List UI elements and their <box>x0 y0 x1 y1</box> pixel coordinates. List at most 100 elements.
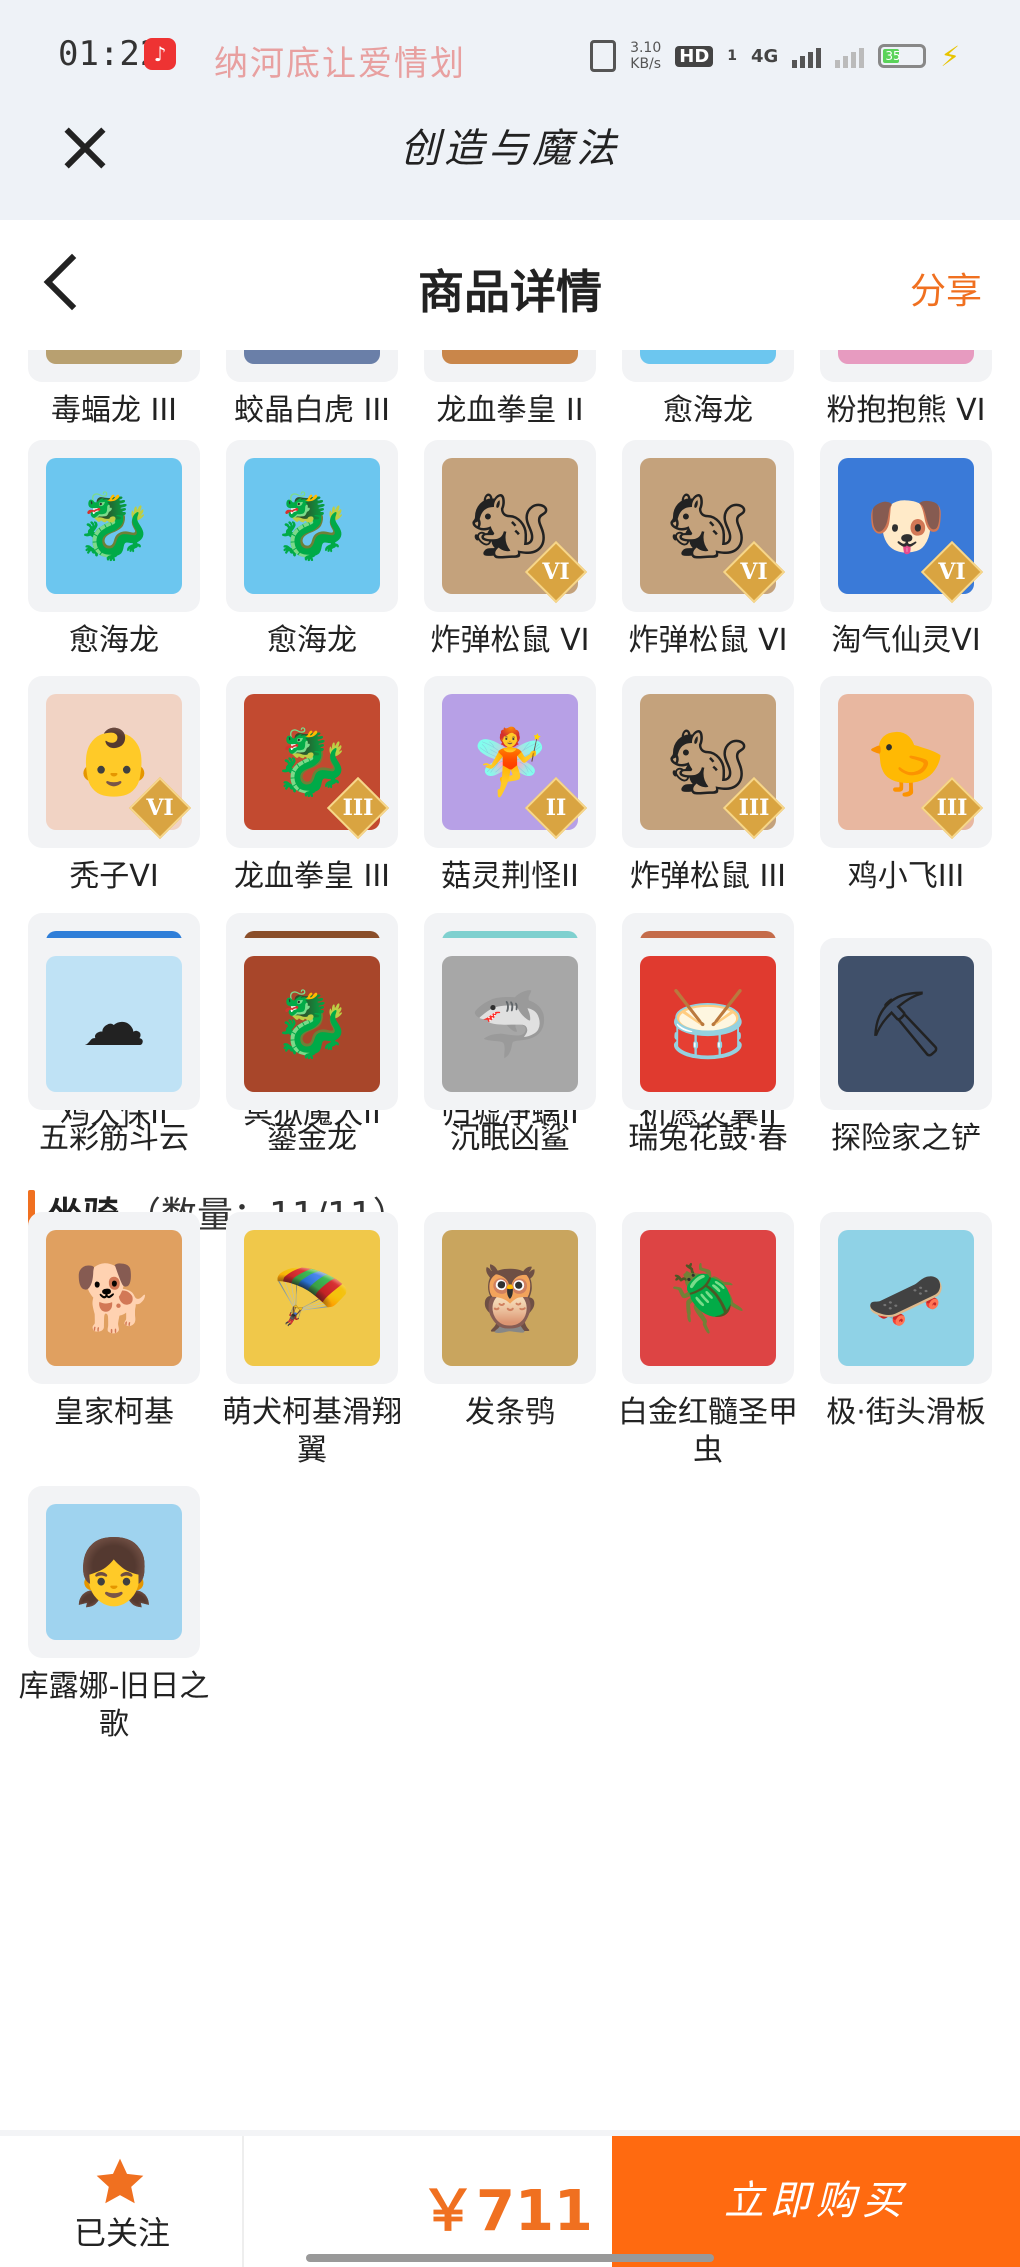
mount-thumbnail: 👧 <box>28 1486 200 1658</box>
signal-label: 4G <box>751 45 779 67</box>
mount-item[interactable]: 🪂 萌犬柯基滑翔翼 <box>222 1212 402 1470</box>
mount-thumbnail: ☁ <box>28 938 200 1110</box>
mount-label: 极·街头滑板 <box>826 1395 986 1430</box>
pet-item[interactable]: 🐉 毒蝠龙 III <box>28 350 200 430</box>
pet-thumbnail: 🐤 III <box>820 676 992 848</box>
net-speed-value: 3.10 <box>630 40 662 56</box>
pet-item[interactable]: 🐉 愈海龙 <box>622 350 794 430</box>
pet-thumbnail: 🐅 <box>226 350 398 382</box>
status-icons: 3.10 KB/s HD 1 4G 35 ⚡ <box>590 36 960 76</box>
tier-label: VI <box>740 559 768 585</box>
pet-label: 愈海龙 <box>267 623 357 658</box>
home-indicator <box>306 2254 714 2262</box>
mount-item[interactable]: ☁ 五彩筋斗云 <box>28 938 200 1158</box>
pet-label: 毒蝠龙 III <box>50 393 178 428</box>
dragon-icon: 🐉 <box>46 458 182 594</box>
pet-item[interactable]: 🐿 VI 炸弹松鼠 VI <box>424 440 596 660</box>
mount-label: 库露娜-旧日之歌 <box>18 1669 210 1742</box>
mount-thumbnail: 🦈 <box>424 938 596 1110</box>
mount-thumbnail: 🐕 <box>28 1212 200 1384</box>
dragon-icon: 🐉 <box>442 350 578 364</box>
mount-label: 萌犬柯基滑翔翼 <box>222 1395 402 1468</box>
mount-label: 沉眠凶鲨 <box>450 1121 570 1156</box>
price: ￥711 <box>420 2179 593 2244</box>
pet-thumbnail: 🐿 III <box>622 676 794 848</box>
follow-label: 已关注 <box>73 2214 170 2252</box>
tier-label: III <box>738 795 770 821</box>
pet-thumbnail: 🐶 VI <box>820 440 992 612</box>
pet-item[interactable]: 🐅 蛟晶白虎 III <box>226 350 398 430</box>
pet-label: 淘气仙灵VI <box>831 623 981 658</box>
mount-label: 五彩筋斗云 <box>39 1121 189 1156</box>
tier-label: VI <box>938 559 966 585</box>
pet-label: 菇灵荆怪II <box>441 859 579 894</box>
mount-item[interactable]: 🪲 白金红髓圣甲虫 <box>618 1212 798 1470</box>
mount-item[interactable]: 🐉 鎏金龙 <box>226 938 398 1158</box>
mount-thumbnail: 🪂 <box>226 1212 398 1384</box>
pet-thumbnail: 🧚 II <box>424 676 596 848</box>
mount-item[interactable]: 🦉 发条鸮 <box>424 1212 596 1432</box>
tiger-icon: 🐅 <box>244 350 380 364</box>
tier-label: III <box>936 795 968 821</box>
pet-item[interactable]: 🐿 VI 炸弹松鼠 VI <box>622 440 794 660</box>
pet-label: 炸弹松鼠 III <box>629 859 787 894</box>
pet-item[interactable]: 🐤 III 鸡小飞III <box>820 676 992 896</box>
mount-thumbnail: 🥁 <box>622 938 794 1110</box>
mount-label: 皇家柯基 <box>54 1395 174 1430</box>
mount-thumbnail: 🐉 <box>226 938 398 1110</box>
tier-label: III <box>342 795 374 821</box>
pet-label: 粉抱抱熊 VI <box>826 393 986 428</box>
pet-label: 愈海龙 <box>663 393 753 428</box>
pet-item[interactable]: 👶 VI 秃子VI <box>28 676 200 896</box>
mount-label: 白金红髓圣甲虫 <box>618 1395 798 1468</box>
charging-icon: ⚡ <box>940 39 960 73</box>
scroll-content[interactable]: 🐉 毒蝠龙 III 🐅 蛟晶白虎 III 🐉 龙血拳皇 II 🐉 愈海龙 🧸 粉抱抱熊 VI 🐉 愈海… <box>0 350 1020 2136</box>
mount-label: 发条鸮 <box>465 1395 555 1430</box>
dragon-icon: 🐉 <box>46 350 182 364</box>
dragon-icon: 🐉 <box>244 956 380 1092</box>
pet-label: 蛟晶白虎 III <box>233 393 391 428</box>
mount-item[interactable]: 🐕 皇家柯基 <box>28 1212 200 1432</box>
battery-icon: 35 <box>878 44 927 68</box>
mount-item[interactable]: 🦈 沉眠凶鲨 <box>424 938 596 1158</box>
pet-thumbnail: 🐿 VI <box>622 440 794 612</box>
mount-thumbnail: 🪲 <box>622 1212 794 1384</box>
pet-thumbnail: 🧸 <box>820 350 992 382</box>
signal-icon <box>792 44 822 68</box>
pet-thumbnail: 🐉 <box>28 440 200 612</box>
pet-label: 鸡小飞III <box>847 859 965 894</box>
girl-icon: 👧 <box>46 1504 182 1640</box>
buy-now-button[interactable]: 立即购买 <box>612 2136 1020 2267</box>
shark-icon: 🦈 <box>442 956 578 1092</box>
mount-item[interactable]: 👧 库露娜-旧日之歌 <box>19 1486 209 1744</box>
pet-item[interactable]: 🧸 粉抱抱熊 VI <box>820 350 992 430</box>
mount-item[interactable]: ⛏ 探险家之铲 <box>820 938 992 1158</box>
app-title: 创造与魔法 <box>400 126 620 172</box>
music-app-icon: ♪ <box>144 38 176 70</box>
mount-label: 瑞兔花鼓·春 <box>628 1121 788 1156</box>
pet-thumbnail: 🐉 III <box>226 676 398 848</box>
status-ticker: 纳河底让爱情划 <box>214 44 466 84</box>
share-button[interactable]: 分享 <box>910 262 982 314</box>
pet-label: 炸弹松鼠 VI <box>430 623 590 658</box>
skateboard-icon: 🛹 <box>838 1230 974 1366</box>
pet-label: 龙血拳皇 III <box>233 859 391 894</box>
pet-label: 龙血拳皇 II <box>436 393 584 428</box>
glider-icon: 🪂 <box>244 1230 380 1366</box>
pet-item[interactable]: 🐉 龙血拳皇 II <box>424 350 596 430</box>
page-title: 商品详情 <box>418 265 602 319</box>
pet-item[interactable]: 🐉 III 龙血拳皇 III <box>226 676 398 896</box>
net-speed-unit: KB/s <box>630 56 662 72</box>
pet-item[interactable]: 🐉 愈海龙 <box>226 440 398 660</box>
pet-label: 愈海龙 <box>69 623 159 658</box>
mount-item[interactable]: 🛹 极·街头滑板 <box>820 1212 992 1432</box>
mount-item[interactable]: 🥁 瑞兔花鼓·春 <box>622 938 794 1158</box>
drum-icon: 🥁 <box>640 956 776 1092</box>
pet-item[interactable]: 🐿 III 炸弹松鼠 III <box>622 676 794 896</box>
pet-item[interactable]: 🧚 II 菇灵荆怪II <box>424 676 596 896</box>
pet-item[interactable]: 🐶 VI 淘气仙灵VI <box>820 440 992 660</box>
hd-sub: 1 <box>727 48 738 64</box>
pet-item[interactable]: 🐉 愈海龙 <box>28 440 200 660</box>
pet-thumbnail: 🐉 <box>424 350 596 382</box>
battery-level: 35 <box>883 49 901 63</box>
